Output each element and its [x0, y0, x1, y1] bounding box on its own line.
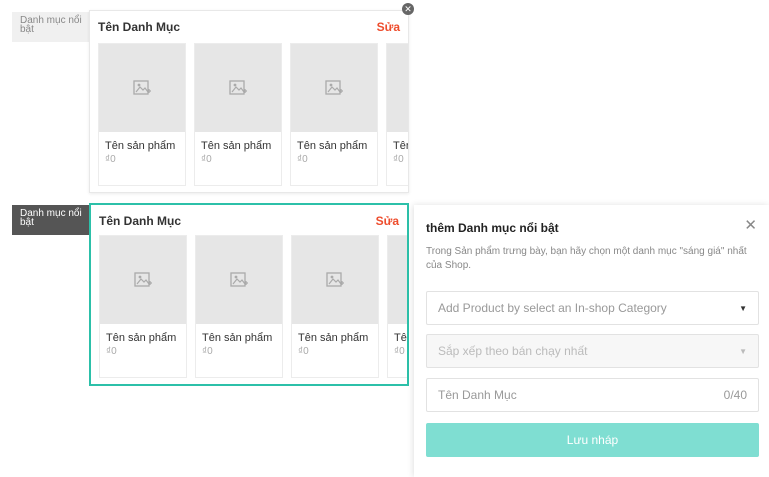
category-select-value: Add Product by select an In-shop Categor… — [438, 301, 667, 315]
edit-button[interactable]: Sửa — [376, 214, 399, 228]
save-draft-button[interactable]: Lưu nháp — [426, 423, 759, 457]
product-card: Tên sản phẩm ₫0 — [387, 235, 407, 378]
category-name-placeholder: Tên Danh Mục — [438, 388, 517, 402]
section-label: Danh mục nổi bật — [12, 12, 90, 42]
product-name: Tên sản phẩm — [202, 332, 273, 344]
product-card: Tên sản phẩm ₫0 — [290, 43, 378, 186]
image-placeholder-icon — [195, 44, 281, 132]
product-card: Tên sản phẩm ₫0 — [194, 43, 282, 186]
product-card: Tên sản phẩm ₫0 — [291, 235, 379, 378]
add-featured-category-panel: thêm Danh mục nổi bật ✕ Trong Sản phẩm t… — [414, 205, 769, 477]
edit-button[interactable]: Sửa — [377, 20, 400, 34]
image-placeholder-icon — [196, 236, 282, 324]
product-card: Tên sản phẩm ₫0 — [98, 43, 186, 186]
image-placeholder-icon — [292, 236, 378, 324]
product-name: Tên sản phẩm — [297, 140, 368, 152]
category-select[interactable]: Add Product by select an In-shop Categor… — [426, 291, 759, 325]
panel-title: thêm Danh mục nổi bật — [426, 221, 559, 235]
product-card: Tên sản phẩm ₫0 — [99, 235, 187, 378]
product-name: Tên sản phẩm — [298, 332, 369, 344]
product-price: ₫0 — [202, 346, 213, 357]
product-name: Tên sản phẩm — [393, 140, 408, 152]
product-price: ₫0 — [201, 154, 212, 165]
image-placeholder-icon — [100, 236, 186, 324]
product-price: ₫0 — [393, 154, 404, 165]
featured-category-section[interactable]: Tên Danh Mục Sửa Tên sản phẩm ₫0 Tên sản… — [89, 10, 409, 193]
product-card: Tên sản phẩm ₫0 — [386, 43, 408, 186]
product-row: Tên sản phẩm ₫0 Tên sản phẩm ₫0 Tên sản … — [98, 43, 408, 188]
image-placeholder-icon — [388, 236, 407, 324]
panel-description: Trong Sản phẩm trưng bày, bạn hãy chọn m… — [426, 246, 747, 271]
image-placeholder-icon — [291, 44, 377, 132]
category-name-input[interactable]: Tên Danh Mục 0/40 — [426, 378, 759, 412]
section-title: Tên Danh Mục — [98, 20, 181, 34]
section-title: Tên Danh Mục — [99, 214, 182, 228]
caret-down-icon: ▼ — [739, 346, 747, 356]
featured-category-section-selected[interactable]: Tên Danh Mục Sửa Tên sản phẩm ₫0 Tên sản… — [89, 203, 409, 386]
close-icon[interactable]: ✕ — [744, 216, 757, 234]
product-price: ₫0 — [106, 346, 117, 357]
product-name: Tên sản phẩm — [105, 140, 176, 152]
product-name: Tên sản phẩm — [106, 332, 177, 344]
product-name: Tên sản phẩm — [394, 332, 407, 344]
image-placeholder-icon — [99, 44, 185, 132]
product-price: ₫0 — [105, 154, 116, 165]
remove-icon[interactable]: ✕ — [402, 3, 414, 15]
product-price: ₫0 — [298, 346, 309, 357]
product-name: Tên sản phẩm — [201, 140, 272, 152]
section-label: Danh mục nổi bật — [12, 205, 90, 235]
product-card: Tên sản phẩm ₫0 — [195, 235, 283, 378]
character-counter: 0/40 — [723, 388, 747, 402]
sort-select-value: Sắp xếp theo bán chạy nhất — [438, 344, 588, 358]
image-placeholder-icon — [387, 44, 408, 132]
product-price: ₫0 — [297, 154, 308, 165]
product-price: ₫0 — [394, 346, 405, 357]
sort-select[interactable]: Sắp xếp theo bán chạy nhất ▼ — [426, 334, 759, 368]
caret-down-icon: ▼ — [739, 303, 747, 313]
product-row: Tên sản phẩm ₫0 Tên sản phẩm ₫0 Tên sản … — [99, 235, 407, 380]
